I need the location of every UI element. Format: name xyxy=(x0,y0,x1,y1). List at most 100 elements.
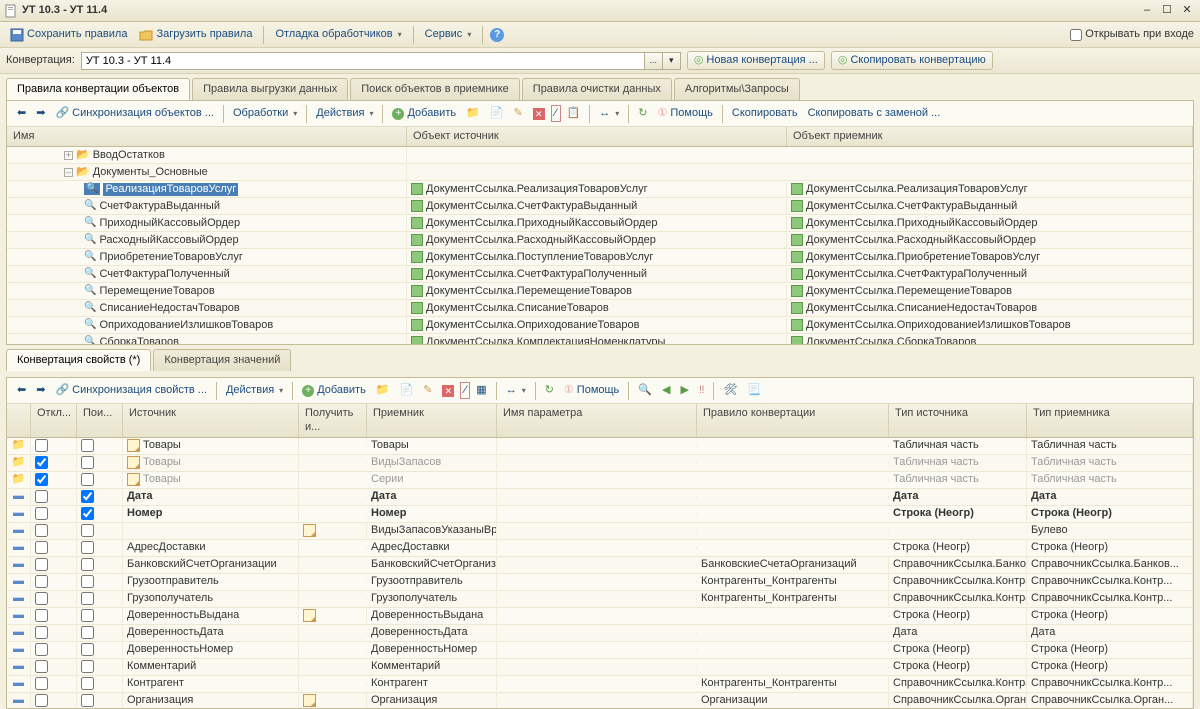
col-source-object[interactable]: Объект источник xyxy=(407,127,787,146)
off-checkbox[interactable] xyxy=(35,660,48,673)
col-target-type[interactable]: Тип приемника xyxy=(1027,404,1193,436)
tab-data-upload-rules[interactable]: Правила выгрузки данных xyxy=(192,78,348,100)
table-row[interactable]: ▬ АдресДоставки АдресДоставки Строка (Не… xyxy=(7,540,1193,557)
off-checkbox[interactable] xyxy=(35,575,48,588)
search-checkbox[interactable] xyxy=(81,558,94,571)
table-row[interactable]: – 📂 Документы_Основные xyxy=(7,164,1193,181)
table-row[interactable]: + 📂 ВводОстатков xyxy=(7,147,1193,164)
search-checkbox[interactable] xyxy=(81,660,94,673)
load-rules-button[interactable]: Загрузить правила xyxy=(135,26,256,44)
sync-properties-button[interactable]: 🔗Синхронизация свойств ... xyxy=(51,382,211,399)
delete-icon[interactable]: ✕ xyxy=(529,106,549,122)
objects-grid-body[interactable]: + 📂 ВводОстатков – 📂 Документы_Основные … xyxy=(7,147,1193,344)
add-folder-icon[interactable]: 📁 xyxy=(462,105,484,122)
off-checkbox[interactable] xyxy=(35,609,48,622)
search-checkbox[interactable] xyxy=(81,592,94,605)
table-row[interactable]: ▬ ДоверенностьДата ДоверенностьДата Дата… xyxy=(7,625,1193,642)
properties-grid-body[interactable]: 📁 Товары Товары Табличная часть Таблична… xyxy=(7,438,1193,709)
sync-objects-button[interactable]: 🔗Синхронизация объектов ... xyxy=(51,105,218,122)
close-button[interactable]: ✕ xyxy=(1178,3,1196,19)
table-row[interactable]: ▬ Контрагент Контрагент Контрагенты_Конт… xyxy=(7,676,1193,693)
tab-algorithms-queries[interactable]: Алгоритмы\Запросы xyxy=(674,78,800,100)
conversion-combo[interactable]: ... ▾ xyxy=(81,52,681,70)
off-checkbox[interactable] xyxy=(35,694,48,707)
debug-handlers-menu[interactable]: Отладка обработчиков xyxy=(271,26,405,43)
help-button[interactable]: ①Помощь xyxy=(654,105,717,122)
combo-expand[interactable]: ▾ xyxy=(663,52,681,70)
service-menu[interactable]: Сервис xyxy=(421,26,476,43)
search-checkbox[interactable] xyxy=(81,507,94,520)
table-row[interactable]: 📁 Товары Товары Табличная часть Таблична… xyxy=(7,438,1193,455)
copy-icon[interactable]: 📋 xyxy=(563,105,585,122)
find-icon[interactable]: 🔍 xyxy=(634,382,656,399)
search-checkbox[interactable] xyxy=(81,643,94,656)
prev-icon[interactable]: ◀ xyxy=(658,382,674,399)
search-checkbox[interactable] xyxy=(81,677,94,690)
off-checkbox[interactable] xyxy=(35,507,48,520)
table-icon[interactable]: ▦ xyxy=(472,382,490,399)
table-row[interactable]: 📁 Товары ВидыЗапасов Табличная часть Таб… xyxy=(7,455,1193,472)
tools-icon[interactable]: 🛠 xyxy=(719,382,741,399)
move-icon[interactable]: ↔ xyxy=(502,382,530,399)
off-checkbox[interactable] xyxy=(35,439,48,452)
table-row[interactable]: ▬ ВидыЗапасовУказаныВруч... Булево xyxy=(7,523,1193,540)
search-checkbox[interactable] xyxy=(81,541,94,554)
table-row[interactable]: 🔍 СчетФактураВыданный ДокументСсылка.Сче… xyxy=(7,198,1193,215)
search-checkbox[interactable] xyxy=(81,524,94,537)
sort-icon[interactable]: ‼ xyxy=(695,382,709,399)
add-folder-icon[interactable]: 📁 xyxy=(372,382,394,399)
toggle-icon[interactable]: ⁄ xyxy=(460,382,470,399)
table-row[interactable]: ▬ Грузополучатель Грузополучатель Контра… xyxy=(7,591,1193,608)
add-button[interactable]: +Добавить xyxy=(298,382,370,399)
search-checkbox[interactable] xyxy=(81,456,94,469)
nav-left-icon[interactable]: ⬅ xyxy=(13,105,30,122)
col-parameter-name[interactable]: Имя параметра xyxy=(497,404,697,436)
actions-menu[interactable]: Действия xyxy=(222,382,287,399)
table-row[interactable]: 🔍 РеализацияТоваровУслуг ДокументСсылка.… xyxy=(7,181,1193,198)
move-icon[interactable]: ↔ xyxy=(595,105,623,122)
tab-data-cleanup-rules[interactable]: Правила очистки данных xyxy=(522,78,672,100)
table-row[interactable]: 🔍 ПриходныйКассовыйОрдер ДокументСсылка.… xyxy=(7,215,1193,232)
off-checkbox[interactable] xyxy=(35,643,48,656)
copy-conversion-button[interactable]: ◎Скопировать конвертацию xyxy=(831,51,993,70)
search-checkbox[interactable] xyxy=(81,694,94,707)
copy-button[interactable]: Скопировать xyxy=(728,105,802,122)
search-checkbox[interactable] xyxy=(81,609,94,622)
maximize-button[interactable]: ☐ xyxy=(1158,3,1176,19)
copy-with-replace-button[interactable]: Скопировать с заменой ... xyxy=(804,105,945,122)
open-on-enter-checkbox[interactable] xyxy=(1070,29,1082,41)
search-checkbox[interactable] xyxy=(81,575,94,588)
table-row[interactable]: ▬ ДоверенностьВыдана ДоверенностьВыдана … xyxy=(7,608,1193,625)
col-get[interactable]: Получить и... xyxy=(299,404,367,436)
off-checkbox[interactable] xyxy=(35,524,48,537)
tab-object-conversion-rules[interactable]: Правила конвертации объектов xyxy=(6,78,190,100)
table-row[interactable]: 🔍 СборкаТоваров ДокументСсылка.Комплекта… xyxy=(7,334,1193,344)
table-row[interactable]: ▬ Организация Организация Организации Сп… xyxy=(7,693,1193,709)
refresh-icon[interactable]: ↻ xyxy=(634,105,651,122)
table-row[interactable]: ▬ Комментарий Комментарий Строка (Неогр)… xyxy=(7,659,1193,676)
tab-object-search[interactable]: Поиск объектов в приемнике xyxy=(350,78,520,100)
search-checkbox[interactable] xyxy=(81,490,94,503)
save-rules-button[interactable]: Сохранить правила xyxy=(6,26,131,44)
off-checkbox[interactable] xyxy=(35,456,48,469)
col-target-object[interactable]: Объект приемник xyxy=(787,127,1193,146)
col-source[interactable]: Источник xyxy=(123,404,299,436)
table-row[interactable]: 🔍 ПеремещениеТоваров ДокументСсылка.Пере… xyxy=(7,283,1193,300)
new-conversion-button[interactable]: ◎Новая конвертация ... xyxy=(687,51,825,70)
col-off[interactable]: Откл... xyxy=(31,404,77,436)
help-button[interactable]: ①Помощь xyxy=(560,382,623,399)
refresh-icon[interactable]: ↻ xyxy=(541,382,558,399)
off-checkbox[interactable] xyxy=(35,626,48,639)
table-row[interactable]: ▬ Грузоотправитель Грузоотправитель Конт… xyxy=(7,574,1193,591)
table-row[interactable]: 🔍 ПриобретениеТоваровУслуг ДокументСсылк… xyxy=(7,249,1193,266)
search-checkbox[interactable] xyxy=(81,473,94,486)
off-checkbox[interactable] xyxy=(35,541,48,554)
edit-icon[interactable]: ✎ xyxy=(510,105,527,122)
off-checkbox[interactable] xyxy=(35,558,48,571)
edit-icon[interactable]: ✎ xyxy=(419,382,436,399)
add-item-icon[interactable]: 📄 xyxy=(396,382,418,399)
next-icon[interactable]: ▶ xyxy=(676,382,692,399)
combo-ellipsis[interactable]: ... xyxy=(645,52,663,70)
search-checkbox[interactable] xyxy=(81,626,94,639)
nav-left-icon[interactable]: ⬅ xyxy=(13,382,30,399)
